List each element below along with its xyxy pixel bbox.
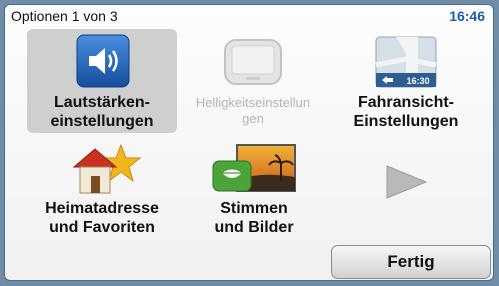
voices-label-line2: und Bilder <box>214 219 294 236</box>
voices-label-line1: Stimmen <box>220 200 288 217</box>
speaker-icon <box>76 34 130 88</box>
home-favorites-button[interactable]: Heimatadresse und Favoriten <box>27 137 177 241</box>
header-bar: Optionen 1 von 3 16:46 <box>5 5 493 27</box>
next-arrow-icon <box>386 165 428 199</box>
view-label-line1: Fahransicht- <box>357 94 454 111</box>
driving-view-settings-button[interactable]: 16:30 Fahransicht- Einstellungen <box>331 29 481 133</box>
map-view-icon: 16:30 <box>375 36 437 88</box>
home-label-line1: Heimatadresse <box>45 200 159 217</box>
page-title: Optionen 1 von 3 <box>11 8 118 24</box>
map-time: 16:30 <box>406 76 429 86</box>
volume-label-line2: einstellungen <box>50 113 154 130</box>
done-button[interactable]: Fertig <box>331 245 491 279</box>
brightness-settings-button: Helligkeitseinstellun gen <box>179 29 327 133</box>
options-screen: Optionen 1 von 3 16:46 Lautstärken- eins… <box>4 4 494 281</box>
volume-settings-button[interactable]: Lautstärken- einstellungen <box>27 29 177 133</box>
next-page-button[interactable] <box>371 157 441 207</box>
brightness-label-line1: Helligkeitseinstellun <box>195 95 311 110</box>
volume-label-line1: Lautstärken- <box>53 94 151 111</box>
voices-pictures-button[interactable]: Stimmen und Bilder <box>179 137 329 241</box>
home-label-line2: und Favoriten <box>49 219 155 236</box>
device-icon <box>224 39 282 85</box>
brightness-label-line2: gen <box>242 111 264 126</box>
house-star-icon <box>72 143 141 194</box>
view-label-line2: Einstellungen <box>353 113 459 130</box>
clock: 16:46 <box>449 8 485 24</box>
lips-picture-icon <box>212 144 296 192</box>
